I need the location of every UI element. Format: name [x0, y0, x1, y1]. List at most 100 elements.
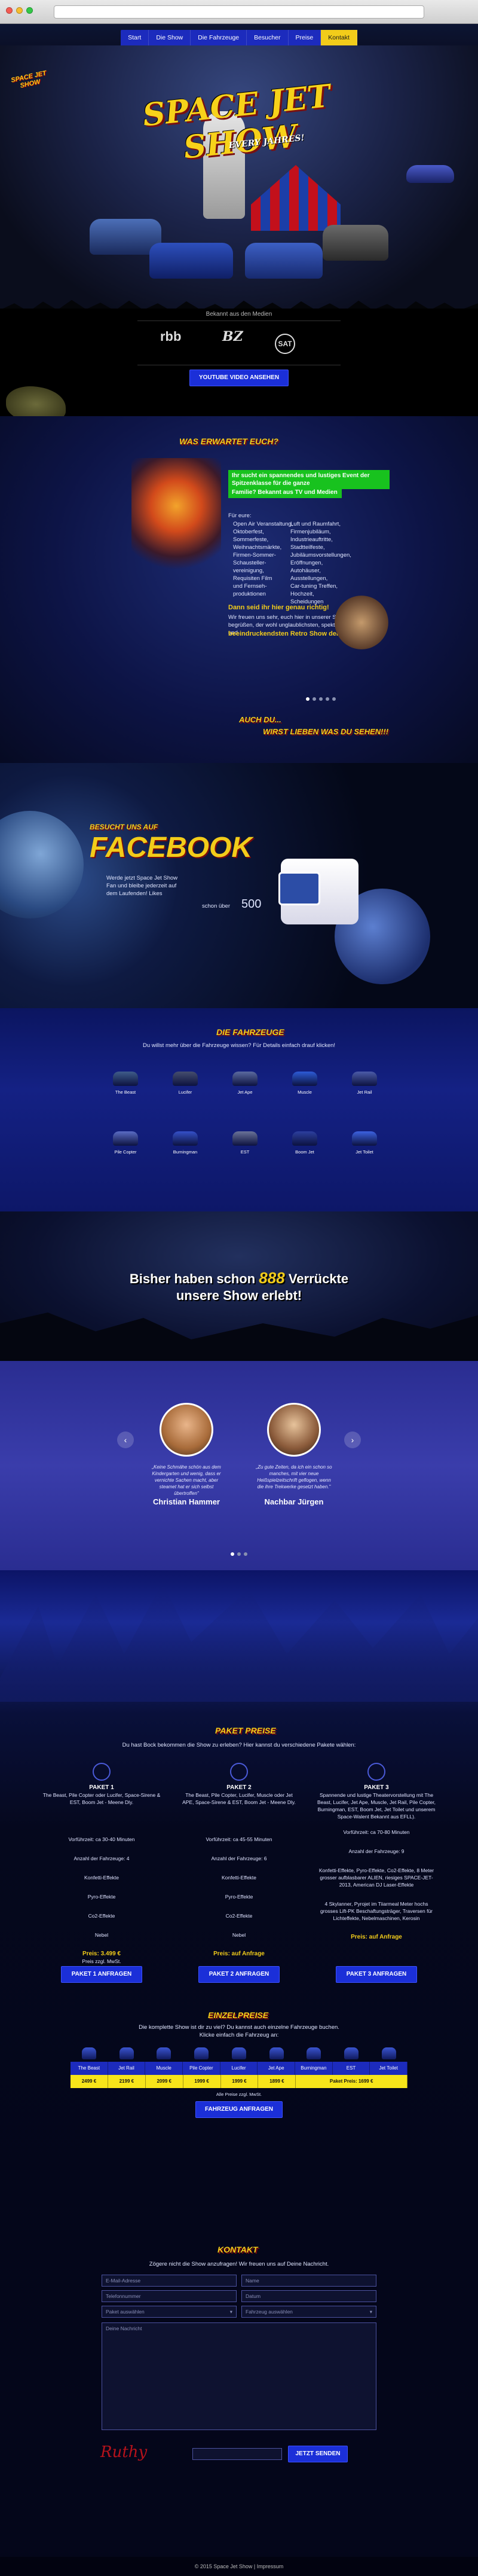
vehicle-item[interactable]: Jet Rail — [347, 1072, 382, 1095]
phone-field[interactable]: Telefonnummer — [102, 2290, 237, 2302]
hero-title: SPACE JET SHOW — [140, 77, 332, 166]
close-window-icon[interactable] — [6, 7, 13, 14]
pager-dot[interactable] — [332, 697, 336, 701]
nav-item-visitors[interactable]: Besucher — [247, 30, 289, 45]
package-select[interactable]: Paket auswählen ▾ — [102, 2306, 237, 2318]
nav-item-start[interactable]: Start — [121, 30, 149, 45]
testimonial-avatar — [160, 1403, 213, 1457]
corner-logo[interactable]: SPACE JET SHOW — [8, 69, 56, 112]
nav-item-prices[interactable]: Preise — [289, 30, 321, 45]
vehicle-thumb-icon[interactable] — [157, 2047, 171, 2059]
list-item: produktionen — [233, 591, 266, 597]
chevron-down-icon: ▾ — [369, 2309, 372, 2315]
pager-dot[interactable] — [312, 697, 316, 701]
vehicle-thumb-icon[interactable] — [231, 2047, 246, 2059]
pager-dot[interactable] — [231, 1552, 234, 1556]
list-item: Requisiten Film — [233, 575, 272, 582]
pager-dot[interactable] — [319, 697, 323, 701]
vehicle-select[interactable]: Fahrzeug auswählen ▾ — [241, 2306, 376, 2318]
package-time: Vorführzeit: ca 70-80 Minuten — [343, 1829, 410, 1835]
nav-item-show[interactable]: Die Show — [149, 30, 191, 45]
vehicle-request-button[interactable]: FAHRZEUG ANFRAGEN — [195, 2101, 283, 2118]
vehicles-title: DIE FAHRZEUGE — [216, 1027, 284, 1037]
package-pyro: Pyro-Effekte — [225, 1894, 253, 1900]
vehicle-thumb-icon[interactable] — [82, 2047, 96, 2059]
package-price: Preis: auf Anfrage — [213, 1951, 265, 1957]
vehicle-label: Burningman — [173, 1149, 198, 1155]
address-bar[interactable] — [54, 5, 424, 19]
vehicle-thumb-icon[interactable] — [269, 2047, 284, 2059]
table-header-cell[interactable]: EST — [333, 2062, 370, 2075]
next-arrow-icon[interactable]: › — [344, 1432, 361, 1448]
sat-logo: SAT — [275, 334, 295, 354]
vehicle-item[interactable]: Lucifer — [167, 1072, 203, 1095]
thumb-box — [278, 872, 320, 905]
highlight-text-2: Familie? Bekannt aus TV und Medien — [228, 487, 342, 498]
package-name: PAKET 2 — [226, 1784, 252, 1791]
thumbs-up-icon[interactable] — [278, 859, 358, 924]
contact-subtitle: Zögere nicht die Show anzufragen! Wir fr… — [149, 2261, 329, 2267]
vehicle-item[interactable]: Boom Jet — [287, 1131, 323, 1155]
testimonial-pager — [231, 1552, 247, 1556]
name-field[interactable]: Name — [241, 2275, 376, 2287]
pager-dot[interactable] — [326, 697, 329, 701]
table-header-cell[interactable]: Jet Toilet — [370, 2062, 408, 2075]
chevron-down-icon: ▾ — [229, 2309, 232, 2315]
captcha-field[interactable] — [192, 2448, 282, 2460]
vehicle-item[interactable]: The Beast — [108, 1072, 143, 1095]
testimonial-name: Nachbar Jürgen — [264, 1497, 324, 1506]
cta-title: AUCH DU... — [239, 715, 281, 724]
package-time: Vorführzeit: ca 30-40 Minuten — [68, 1836, 135, 1842]
prev-arrow-icon[interactable]: ‹ — [117, 1432, 134, 1448]
vehicle-item[interactable]: EST — [227, 1131, 263, 1155]
character-image — [335, 596, 388, 649]
send-button[interactable]: JETZT SENDEN — [288, 2446, 348, 2462]
table-header-cell[interactable]: The Beast — [71, 2062, 108, 2075]
table-price-cell: 2199 € — [108, 2075, 146, 2088]
facebook-text: Werde jetzt Space Jet Show Fan und bleib… — [106, 875, 178, 897]
nav-item-vehicles[interactable]: Die Fahrzeuge — [191, 30, 247, 45]
pager-dot[interactable] — [237, 1552, 241, 1556]
vehicle-thumb-icon[interactable] — [119, 2047, 134, 2059]
package-icon — [93, 1763, 111, 1781]
vehicle-item[interactable]: Jet Ape — [227, 1072, 263, 1095]
package-count: Anzahl der Fahrzeuge: 4 — [73, 1855, 130, 1861]
table-header-cell[interactable]: Pile Copter — [183, 2062, 220, 2075]
vehicle-icon — [232, 1072, 258, 1086]
package-3: PAKET 3 Spannende und lustige Theatervor… — [317, 1763, 436, 1941]
vehicle-item[interactable]: Muscle — [287, 1072, 323, 1095]
table-header-cell[interactable]: Muscle — [145, 2062, 183, 2075]
hero-logo: SPACE JET SHOW EVERY JAHRES! — [110, 74, 368, 184]
vehicle-thumb-icon[interactable] — [194, 2047, 209, 2059]
vehicle-item[interactable]: Burningman — [167, 1131, 203, 1155]
maximize-window-icon[interactable] — [26, 7, 33, 14]
table-header-cell[interactable]: Lucifer — [220, 2062, 258, 2075]
date-field[interactable]: Datum — [241, 2290, 376, 2302]
table-price-cell: 2499 € — [71, 2075, 108, 2088]
top-navigation: Start Die Show Die Fahrzeuge Besucher Pr… — [0, 24, 478, 45]
vehicle-thumb-icon[interactable] — [381, 2047, 396, 2059]
table-header-cell[interactable]: Jet Ape — [258, 2062, 296, 2075]
table-header-cell[interactable]: Burningman — [295, 2062, 333, 2075]
package-1-request-button[interactable]: PAKET 1 ANFRAGEN — [61, 1966, 142, 1983]
nav-item-contact[interactable]: Kontakt — [321, 30, 357, 45]
email-field[interactable]: E-Mail-Adresse — [102, 2275, 237, 2287]
vehicle-thumb-icon[interactable] — [307, 2047, 321, 2059]
package-2-request-button[interactable]: PAKET 2 ANFRAGEN — [198, 1966, 280, 1983]
pager-dot[interactable] — [244, 1552, 247, 1556]
minimize-window-icon[interactable] — [16, 7, 23, 14]
package-1: PAKET 1 The Beast, Pile Copter oder Luci… — [42, 1763, 161, 1965]
vehicle-item[interactable]: Pile Copter — [108, 1131, 143, 1155]
list-item: Open Air Veranstaltung, — [233, 521, 293, 527]
pricing-subtitle: Du hast Bock bekommen die Show zu erlebe… — [122, 1742, 356, 1748]
package-3-request-button[interactable]: PAKET 3 ANFRAGEN — [336, 1966, 417, 1983]
message-field[interactable]: Deine Nachricht — [102, 2322, 376, 2430]
package-name: PAKET 1 — [89, 1784, 114, 1791]
table-header-cell[interactable]: Jet Rail — [108, 2062, 146, 2075]
vehicle-item[interactable]: Jet Toilet — [347, 1131, 382, 1155]
package-count: Anzahl der Fahrzeuge: 9 — [348, 1848, 405, 1854]
vehicle-label: Muscle — [298, 1089, 312, 1095]
vehicle-thumb-icon[interactable] — [344, 2047, 358, 2059]
youtube-video-button[interactable]: YOUTUBE VIDEO ANSEHEN — [189, 370, 289, 386]
pager-dot[interactable] — [306, 697, 310, 701]
